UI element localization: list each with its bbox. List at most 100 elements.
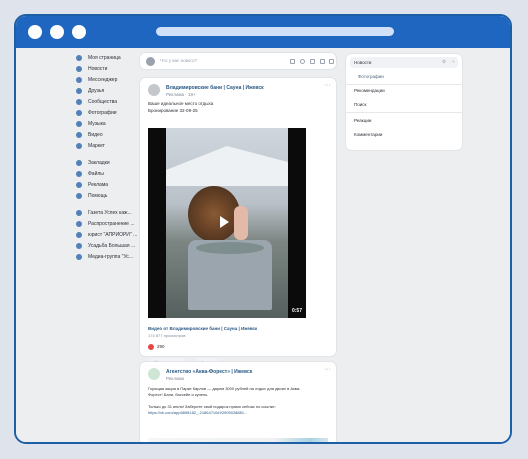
add-filter-icon[interactable]: + (452, 59, 455, 64)
post-author[interactable]: Владимировские бани | Сауна | Ижевск (166, 85, 264, 91)
video-duration: 0:57 (291, 308, 302, 314)
friends-icon (76, 87, 82, 94)
address-bar[interactable] (156, 27, 394, 36)
sidebar-item-music[interactable]: Музыка (76, 118, 146, 129)
group-icon (76, 220, 82, 227)
filter-photos[interactable]: Фотографии (358, 74, 384, 79)
post-composer[interactable]: Что у вас нового? (140, 53, 336, 69)
video-scene-woodpile (188, 186, 240, 242)
sidebar-item-label: Новости (88, 65, 108, 72)
sidebar-item-label: Реклама (88, 181, 109, 188)
clip-icon[interactable] (300, 59, 305, 64)
play-icon[interactable] (220, 216, 229, 228)
post-text: Бронирование 32-09-25 (148, 108, 198, 113)
sidebar-item-news[interactable]: Новости (76, 63, 146, 74)
likes-count: 290 (157, 344, 165, 349)
left-sidebar: Моя страница Новости Мессенджер Друзья С… (76, 52, 146, 262)
more-options-icon[interactable] (329, 59, 334, 64)
sidebar-item-messenger[interactable]: Мессенджер (76, 74, 146, 85)
sidebar-item-friends[interactable]: Друзья (76, 85, 146, 96)
avatar (146, 57, 155, 66)
page-viewport: Моя страница Новости Мессенджер Друзья С… (16, 48, 510, 442)
avatar[interactable] (148, 84, 160, 96)
user-icon (76, 54, 82, 61)
filter-news[interactable]: Новости (354, 60, 371, 65)
sidebar-item-group[interactable]: Усадьба Большая ... (76, 240, 146, 251)
article-icon[interactable] (320, 59, 325, 64)
sidebar-item-group[interactable]: юрист "АПРИОРИ" ... (76, 229, 146, 240)
group-icon (76, 253, 82, 260)
camera-icon[interactable] (290, 59, 295, 64)
group-icon (76, 231, 82, 238)
post-meta: Реклама (166, 376, 185, 381)
help-icon (76, 192, 82, 199)
video-scene-person (234, 206, 248, 240)
more-icon[interactable]: ··· (324, 366, 331, 373)
video-views: 174 877 просмотров (148, 333, 186, 338)
browser-window: Моя страница Новости Мессенджер Друзья С… (14, 14, 512, 444)
sidebar-item-label: Распространение ... (88, 220, 135, 227)
file-icon (76, 170, 82, 177)
filter-recommendations[interactable]: Рекомендации (354, 88, 385, 93)
window-dot-3[interactable] (72, 25, 86, 39)
sidebar-item-label: Закладки (88, 159, 110, 166)
sidebar-item-help[interactable]: Помощь (76, 190, 146, 201)
music-note-icon[interactable] (310, 59, 315, 64)
sidebar-item-label: Музыка (88, 120, 106, 127)
sidebar-item-communities[interactable]: Сообщества (76, 96, 146, 107)
group-icon (76, 209, 82, 216)
divider (346, 112, 462, 113)
group-icon (76, 242, 82, 249)
sidebar-item-label: Фотографии (88, 109, 117, 116)
sidebar-item-market[interactable]: Маркет (76, 140, 146, 151)
sidebar-item-label: Моя страница (88, 54, 121, 61)
filter-comments[interactable]: Комментарии (354, 132, 382, 137)
market-icon (76, 142, 82, 149)
sidebar-item-video[interactable]: Видео (76, 129, 146, 140)
filter-settings-icon[interactable]: ⚙ (442, 59, 446, 65)
post-text: Ваше идеальное место отдыха (148, 101, 214, 106)
window-dot-2[interactable] (50, 25, 64, 39)
sidebar-item-label: Файлы (88, 170, 104, 177)
sidebar-item-label: Видео (88, 131, 103, 138)
window-dot-1[interactable] (28, 25, 42, 39)
sidebar-item-group[interactable]: Распространение ... (76, 218, 146, 229)
sidebar-item-photos[interactable]: Фотографии (76, 107, 146, 118)
sidebar-item-label: Газета Успех каж... (88, 209, 132, 216)
video-icon (76, 131, 82, 138)
video-title[interactable]: Видео от Владимировские бани | Сауна | И… (148, 326, 257, 331)
sidebar-item-label: Друзья (88, 87, 105, 94)
video-scene-water (196, 242, 264, 254)
avatar[interactable] (148, 368, 160, 380)
sidebar-item-label: Помощь (88, 192, 108, 199)
post-image[interactable] (148, 438, 328, 442)
filter-reactions[interactable]: Реакции (354, 118, 371, 123)
sidebar-item-group[interactable]: Газета Успех каж... (76, 207, 146, 218)
post-card: Агентство «Аква-Форест» | Ижевск Реклама… (140, 362, 336, 442)
ads-icon (76, 181, 82, 188)
title-bar (16, 16, 510, 48)
sidebar-item-label: Сообщества (88, 98, 118, 105)
post-author[interactable]: Агентство «Аква-Форест» | Ижевск (166, 369, 252, 375)
sidebar-item-files[interactable]: Файлы (76, 168, 146, 179)
video-scene-roof (166, 146, 288, 186)
messenger-icon (76, 76, 82, 83)
bookmark-icon (76, 159, 82, 166)
sidebar-item-group[interactable]: Медиа-группа "Ус... (76, 251, 146, 262)
sidebar-item-bookmarks[interactable]: Закладки (76, 157, 146, 168)
sidebar-item-label: Маркет (88, 142, 105, 149)
communities-icon (76, 98, 82, 105)
sidebar-item-ads[interactable]: Реклама (76, 179, 146, 190)
post-link[interactable]: https://vk.com/app5898182_-21864710#!/29… (148, 410, 247, 417)
post-text: Форест! Бани, бассейн и купель. (148, 392, 209, 397)
post-meta: Реклама · 18+ (166, 92, 196, 97)
feed-filter-panel: Новости ⚙ + Фотографии Рекомендации Поис… (346, 54, 462, 150)
heart-icon (148, 344, 154, 350)
composer-placeholder[interactable]: Что у вас нового? (160, 58, 197, 63)
more-icon[interactable]: ··· (324, 82, 331, 89)
video-player[interactable]: 0:57 (148, 128, 306, 318)
sidebar-item-label: Усадьба Большая ... (88, 242, 136, 249)
filter-search[interactable]: Поиск (354, 102, 366, 107)
sidebar-item-label: Медиа-группа "Ус... (88, 253, 133, 260)
sidebar-item-my-page[interactable]: Моя страница (76, 52, 146, 63)
